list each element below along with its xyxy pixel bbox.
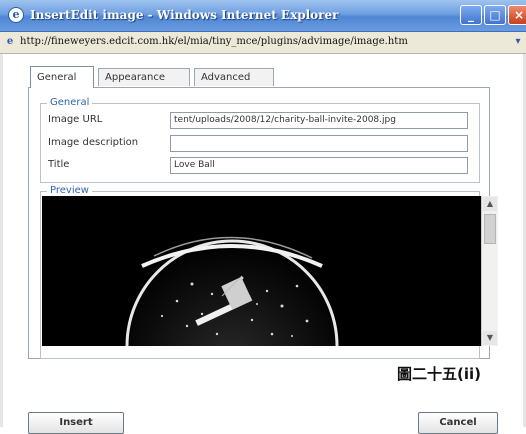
scroll-thumb[interactable]	[484, 214, 496, 244]
page-icon: e	[6, 36, 14, 47]
preview-legend: Preview	[47, 185, 92, 196]
general-legend: General	[47, 97, 93, 108]
preview-image	[42, 196, 498, 346]
snow-globe-image	[42, 196, 498, 346]
tab-advanced[interactable]: Advanced	[194, 68, 274, 86]
window-title: InsertEdit image - Windows Internet Expl…	[30, 8, 339, 22]
title-label: Title	[48, 159, 70, 170]
tab-appearance[interactable]: Appearance	[98, 68, 190, 86]
image-description-label: Image description	[48, 137, 139, 148]
scroll-up-icon[interactable]: ▲	[483, 197, 497, 211]
insert-button[interactable]: Insert	[28, 412, 124, 434]
preview-scrollbar[interactable]: ▲ ▼	[481, 196, 498, 346]
cancel-button[interactable]: Cancel	[418, 412, 498, 434]
figure-caption: 圖二十五(ii)	[397, 365, 481, 383]
scroll-down-icon[interactable]: ▼	[483, 331, 497, 345]
window-frame-left	[0, 54, 3, 427]
image-url-label: Image URL	[48, 114, 103, 125]
title-input[interactable]: Love Ball	[170, 157, 468, 174]
tab-general[interactable]: General	[30, 66, 94, 88]
address-bar[interactable]: e http://fineweyers.edcit.com.hk/el/mia/…	[0, 32, 526, 54]
ie-icon: e	[8, 7, 24, 23]
maximize-button[interactable]: □	[484, 5, 506, 25]
address-url[interactable]: http://fineweyers.edcit.com.hk/el/mia/ti…	[20, 36, 408, 47]
close-button[interactable]: ×	[508, 5, 526, 25]
minimize-button[interactable]: _	[460, 5, 482, 25]
image-description-input[interactable]	[170, 135, 468, 152]
chevron-down-icon[interactable]: ▾	[512, 35, 524, 49]
image-url-input[interactable]: tent/uploads/2008/12/charity-ball-invite…	[170, 112, 468, 129]
window-title-bar[interactable]: e InsertEdit image - Windows Internet Ex…	[0, 0, 526, 32]
